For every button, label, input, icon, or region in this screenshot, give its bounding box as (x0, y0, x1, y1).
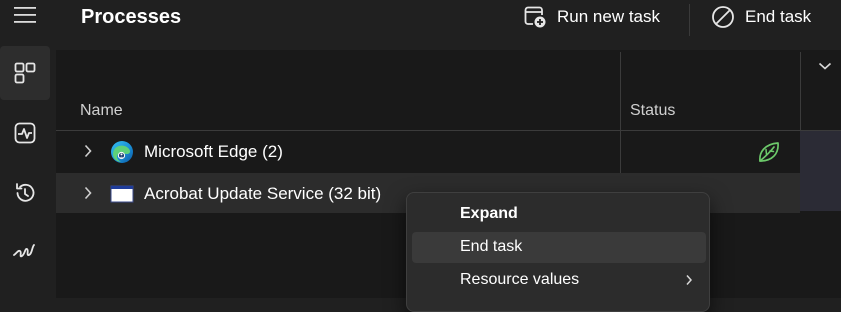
edge-icon (111, 141, 133, 163)
end-task-label: End task (745, 7, 812, 26)
menu-item-end-task[interactable]: End task (412, 232, 706, 263)
menu-item-label: End task (460, 238, 523, 255)
page-title: Processes (81, 6, 182, 28)
hamburger-menu-icon (14, 7, 36, 23)
run-new-task-button[interactable]: Run new task (523, 0, 660, 34)
navigation-sidebar (0, 0, 56, 298)
column-header-status[interactable]: Status (630, 101, 675, 121)
resource-column-heat (800, 131, 841, 211)
menu-item-resource-values[interactable]: Resource values (412, 265, 706, 296)
app-window-icon (110, 185, 134, 203)
column-header-name[interactable]: Name (80, 101, 123, 121)
menu-item-label: Resource values (460, 271, 580, 288)
performance-icon (14, 122, 36, 144)
command-separator (689, 4, 690, 36)
end-task-button[interactable]: End task (711, 0, 811, 34)
column-divider (800, 52, 801, 131)
nav-item-processes[interactable] (0, 46, 50, 100)
run-new-task-icon (524, 6, 546, 28)
nav-item-performance[interactable] (0, 106, 50, 160)
startup-apps-icon (13, 244, 35, 258)
processes-icon (14, 62, 36, 84)
menu-item-expand[interactable]: Expand (412, 199, 706, 230)
process-name: Acrobat Update Service (32 bit) (144, 184, 382, 203)
column-options-chevron-icon[interactable] (818, 61, 832, 71)
hamburger-menu-button[interactable] (0, 0, 50, 42)
app-history-icon (16, 183, 35, 202)
menu-item-label: Expand (460, 205, 518, 222)
run-new-task-label: Run new task (557, 7, 660, 26)
table-row[interactable]: Microsoft Edge (2) (56, 131, 800, 171)
submenu-chevron-icon (686, 275, 693, 285)
end-task-icon (712, 6, 734, 28)
chevron-right-icon[interactable] (83, 186, 93, 200)
chevron-right-icon[interactable] (83, 144, 93, 158)
command-bar: Processes Run new task End task (56, 0, 841, 50)
context-menu: Expand End task Resource values (406, 192, 710, 312)
nav-item-startup-apps[interactable] (0, 224, 50, 278)
nav-item-app-history[interactable] (0, 166, 50, 220)
process-name: Microsoft Edge (2) (144, 142, 283, 161)
efficiency-mode-leaf-icon (759, 142, 779, 162)
